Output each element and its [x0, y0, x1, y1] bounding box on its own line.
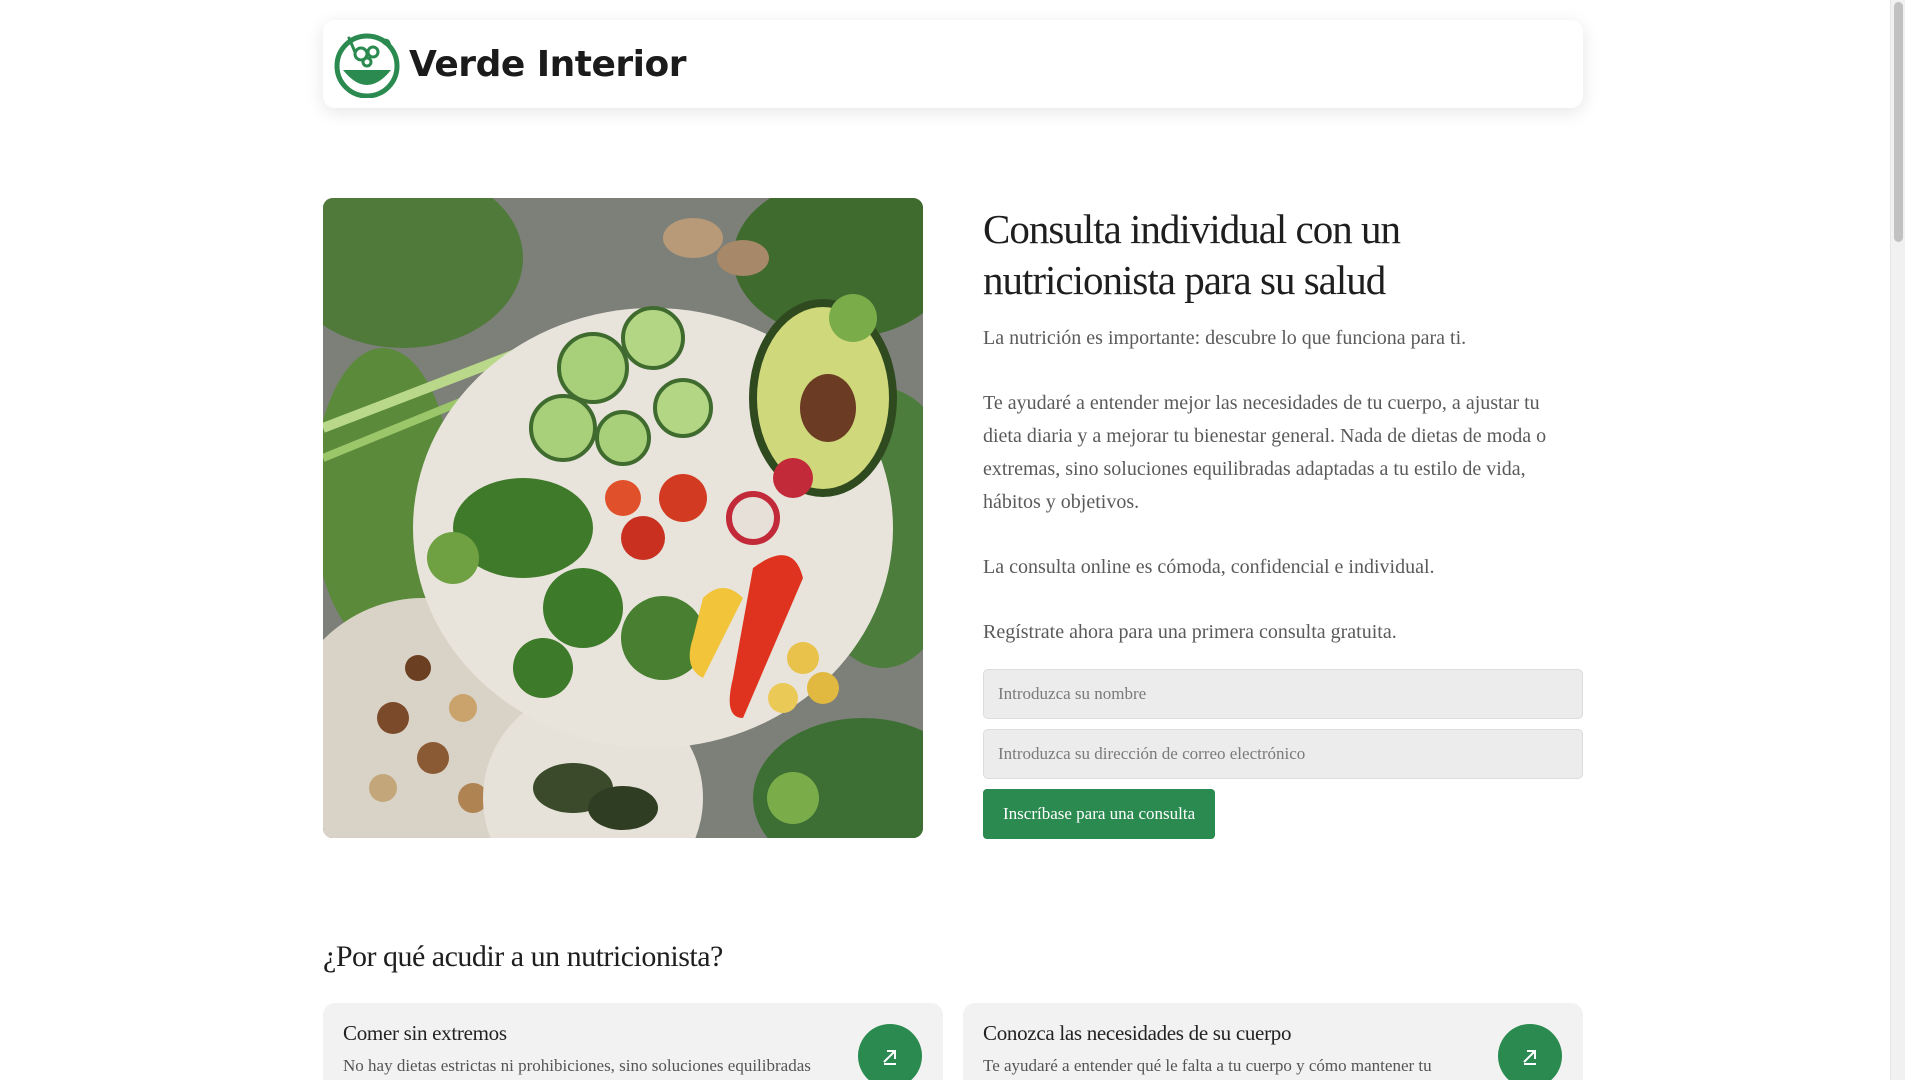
- benefit-card-text: Te ayudaré a entender qué le falta a tu …: [983, 1056, 1432, 1075]
- submit-consultation-button[interactable]: Inscríbase para una consulta: [983, 789, 1216, 839]
- hero-cta-text: Regístrate ahora para una primera consul…: [983, 621, 1397, 643]
- benefit-card: Conozca las necesidades de su cuerpo Te …: [963, 1003, 1583, 1080]
- benefit-card-text: No hay dietas estrictas ni prohibiciones…: [343, 1056, 811, 1075]
- consultation-form: Inscríbase para una consulta: [983, 669, 1583, 839]
- hero-intro: La nutrición es importante: descubre lo …: [983, 327, 1467, 349]
- site-header: Verde Interior: [323, 20, 1583, 108]
- benefit-card-title: Conozca las necesidades de su cuerpo: [983, 1021, 1292, 1045]
- page-scrollbar[interactable]: [1890, 0, 1905, 1080]
- vegetables-plate-image: [323, 198, 923, 838]
- hero-online-note: La consulta online es cómoda, confidenci…: [983, 556, 1435, 578]
- benefit-card-title: Comer sin extremos: [343, 1021, 507, 1045]
- brand-name: Verde Interior: [409, 43, 687, 85]
- hero-description: Te ayudaré a entender mejor las necesida…: [983, 392, 1547, 513]
- bowl-leaf-icon: [334, 33, 400, 98]
- scrollbar-thumb[interactable]: [1894, 2, 1903, 242]
- name-input[interactable]: [983, 669, 1583, 719]
- hero-content: Consulta individual con un nutricionista…: [983, 198, 1583, 839]
- arrow-up-right-icon[interactable]: [1498, 1024, 1562, 1080]
- hero-section: Consulta individual con un nutricionista…: [323, 198, 1583, 839]
- email-input[interactable]: [983, 729, 1583, 779]
- page: Verde Interior Consulta individual con u…: [0, 0, 1905, 1080]
- benefits-cards: Comer sin extremos No hay dietas estrict…: [323, 1003, 1583, 1080]
- logo-link[interactable]: Verde Interior: [333, 30, 687, 98]
- hero-title: Consulta individual con un nutricionista…: [983, 206, 1401, 303]
- benefit-card: Comer sin extremos No hay dietas estrict…: [323, 1003, 943, 1080]
- why-section-title: ¿Por qué acudir a un nutricionista?: [323, 940, 723, 973]
- arrow-up-right-icon[interactable]: [858, 1024, 922, 1080]
